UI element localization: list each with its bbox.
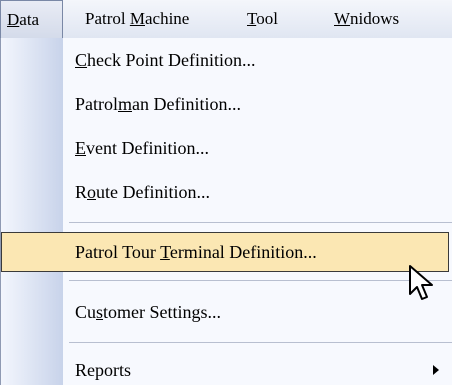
menu-item-patrolman-definition[interactable]: Patrolman Definition... [1,82,452,126]
menu-windows-accel: W [334,9,351,28]
menu-item-patrol-tour-terminal-definition[interactable]: Patrol Tour Terminal Definition... [1,230,452,274]
menu-separator [69,342,452,343]
mouse-pointer-icon [409,265,433,300]
menu-windows-label: nidows [350,9,400,28]
menu-item-label: Event Definition... [75,138,209,158]
menu-item-label: Patrolman Definition... [75,94,241,114]
submenu-arrow-icon [433,365,439,375]
data-dropdown-menu: Check Point Definition... Patrolman Defi… [0,38,452,385]
menu-item-label: Route Definition... [75,182,210,202]
menu-item-reports[interactable]: Reports [1,348,452,392]
menu-data-accel: D [7,10,20,29]
menu-item-label: Reports [75,360,131,380]
menu-item-check-point-definition[interactable]: Check Point Definition... [1,38,452,82]
menu-item-customer-settings[interactable]: Customer Settings... [1,290,452,334]
menu-item-label: Customer Settings... [75,302,222,322]
menu-patrol-machine-pre: Patrol [85,9,130,28]
menu-tool[interactable]: Tool [247,0,278,38]
menu-tool-label: ool [256,9,278,28]
menu-separator [69,280,452,281]
menu-tool-accel: T [247,9,257,28]
menu-patrol-machine-accel: M [129,9,145,28]
menu-windows[interactable]: Wnidows [334,0,399,38]
menu-patrol-machine[interactable]: Patrol Machine [85,0,189,38]
menu-separator [69,222,452,223]
menu-patrol-machine-label: achine [144,9,190,28]
menu-bar: Data Patrol Machine Tool Wnidows [0,0,452,39]
menu-item-route-definition[interactable]: Route Definition... [1,170,452,214]
menu-item-label: Check Point Definition... [75,50,256,70]
menu-data[interactable]: Data [0,0,63,38]
menu-item-label: Patrol Tour Terminal Definition... [75,242,317,262]
menu-data-label: ata [19,10,40,29]
menu-item-event-definition[interactable]: Event Definition... [1,126,452,170]
